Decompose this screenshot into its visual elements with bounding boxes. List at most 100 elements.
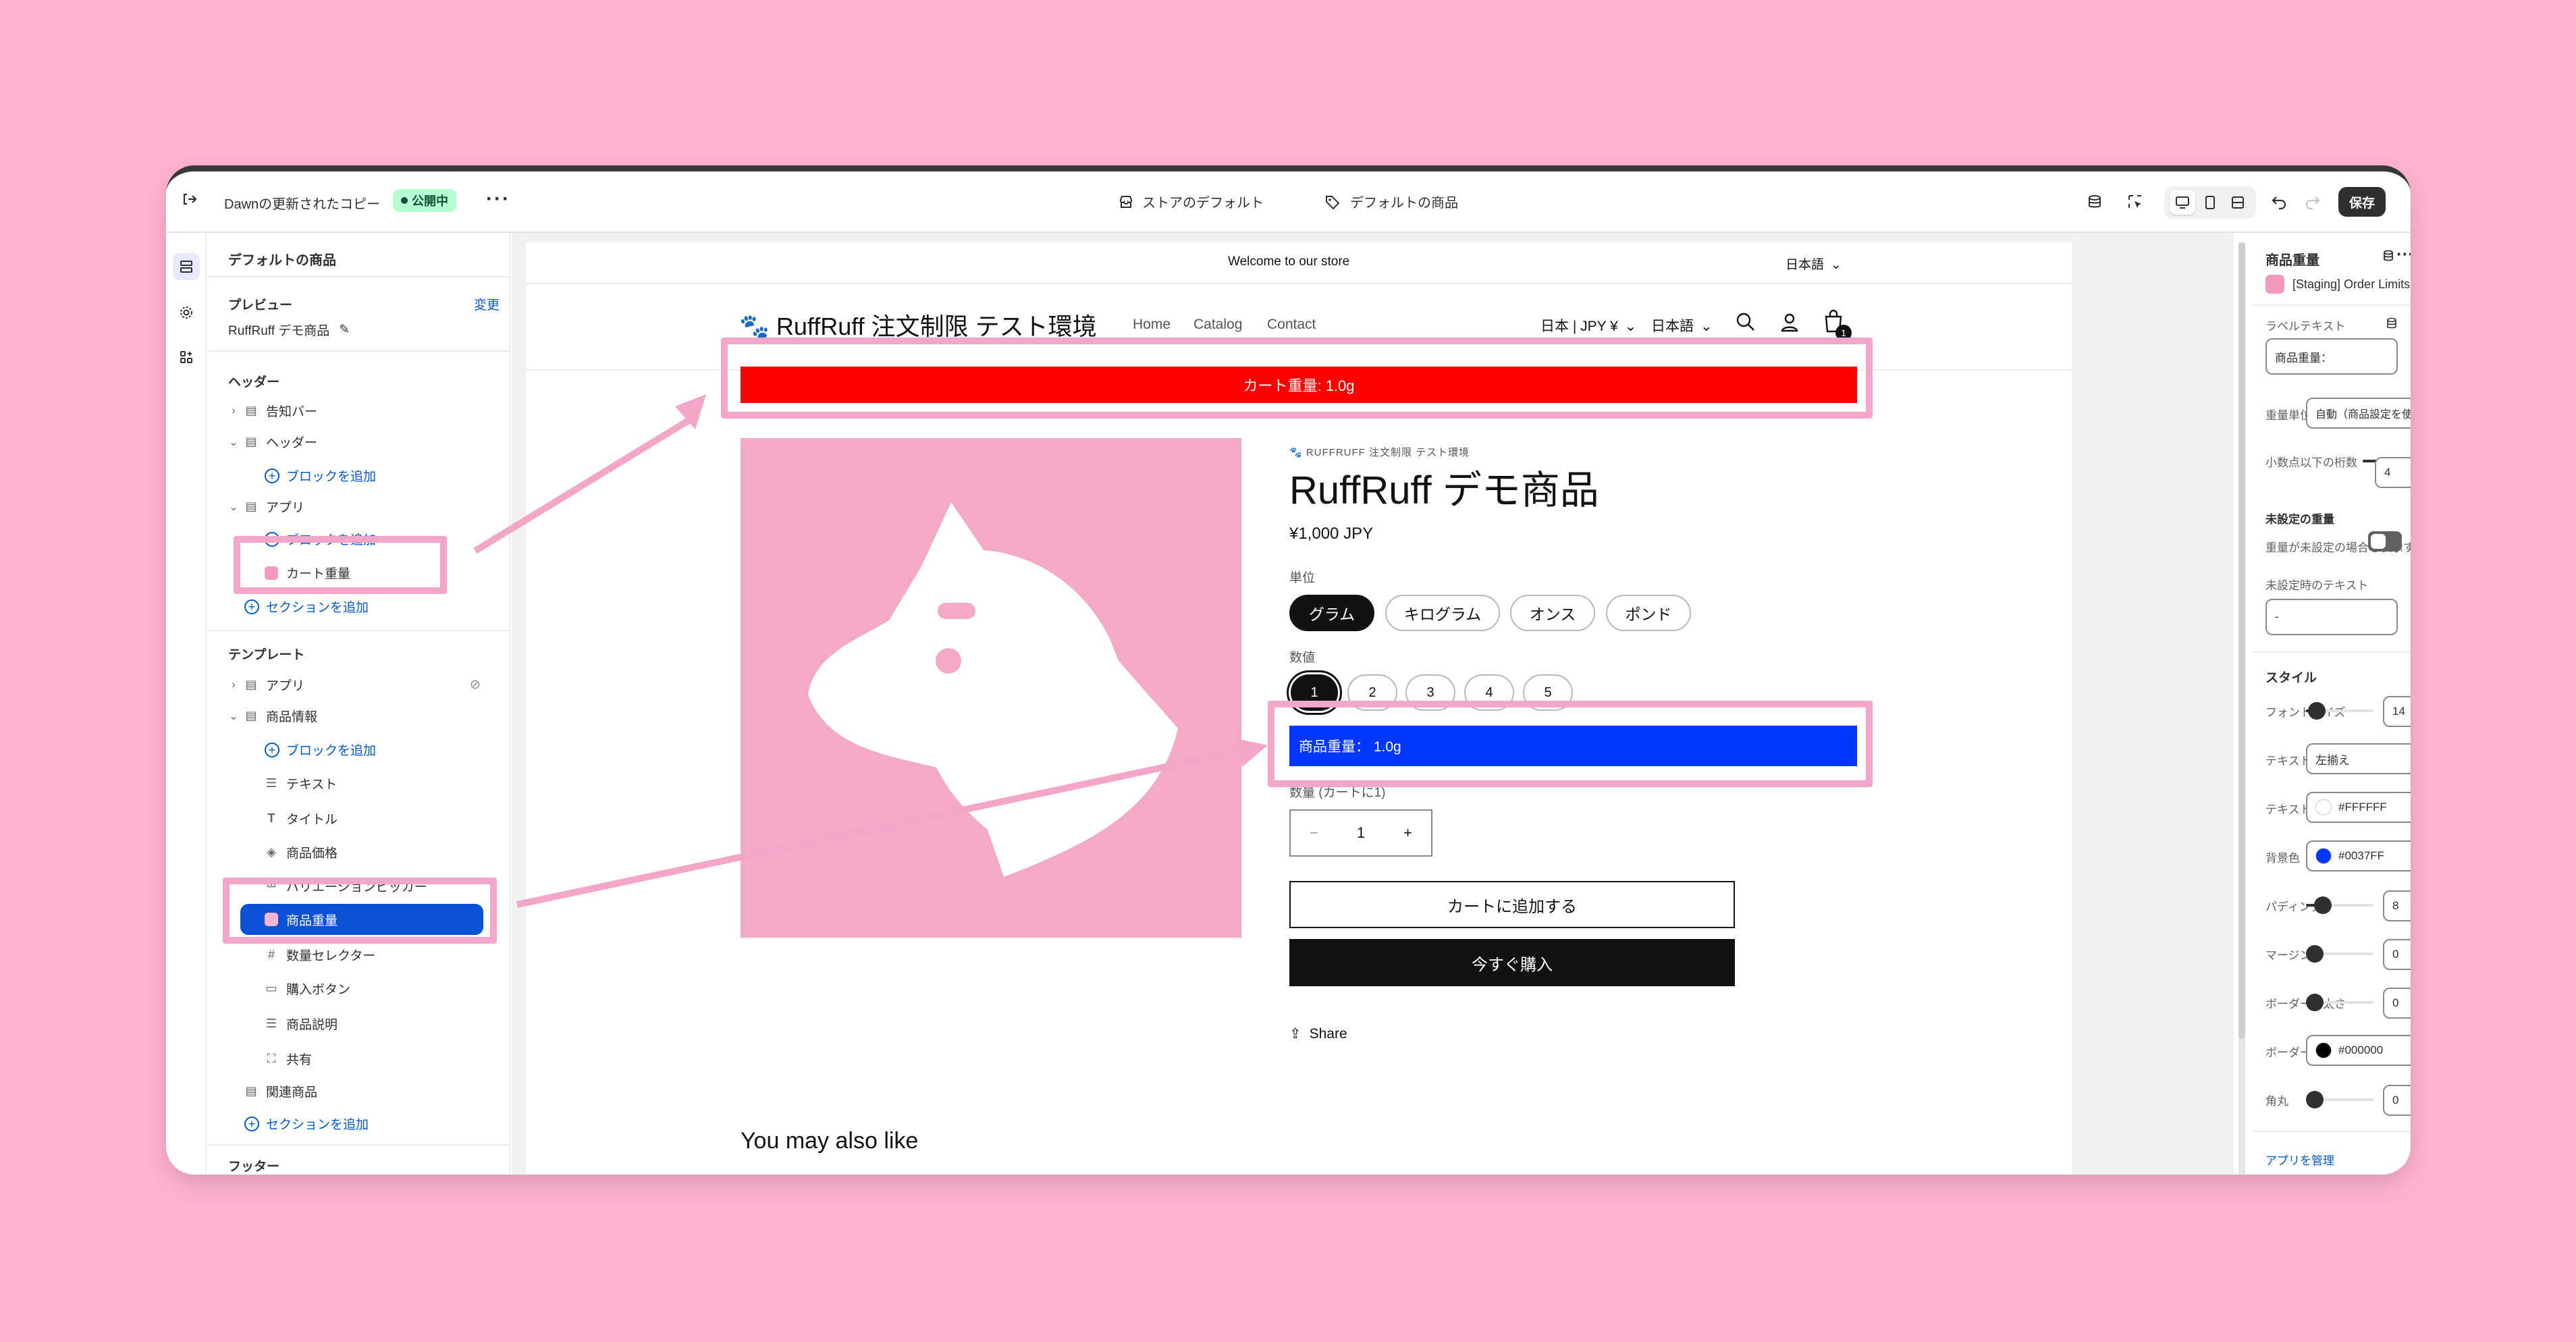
sidebar-item-template-apps[interactable]: › ▤ アプリ ⊘ xyxy=(228,676,498,694)
save-button[interactable]: 保存 xyxy=(2338,187,2386,217)
unit-label: 単位 xyxy=(1289,571,1316,585)
database-icon[interactable] xyxy=(2086,193,2103,211)
sidebar-item-product-weight-selected[interactable]: 商品重量 xyxy=(240,904,483,935)
margin-label: マージン xyxy=(2265,949,2311,962)
sidebar-item-description[interactable]: ☰ 商品説明 xyxy=(265,1015,338,1033)
value-option-2[interactable]: 2 xyxy=(1347,674,1397,711)
sidebar-item-variant-picker[interactable]: ⊞ バリエーションピッカー xyxy=(265,877,427,894)
label-text-input[interactable]: 商品重量： xyxy=(2265,338,2398,375)
status-badge: 公開中 xyxy=(393,189,456,212)
sidebar-item-product-info[interactable]: ⌄ ▤ 商品情報 xyxy=(228,707,317,725)
sidebar-item-text[interactable]: ☰ テキスト xyxy=(265,774,338,793)
text-align-label: テキストの配置 xyxy=(2265,755,2346,768)
eye-off-icon[interactable]: ⊘ xyxy=(470,677,481,693)
more-actions-icon[interactable]: ··· xyxy=(2396,244,2411,265)
unit-option-ounce[interactable]: オンス xyxy=(1510,595,1595,631)
mobile-view-icon[interactable] xyxy=(2197,190,2223,215)
chevron-down-icon: ⌄ xyxy=(229,710,238,722)
unset-text-input[interactable]: - xyxy=(2265,599,2398,635)
product-default-selector[interactable]: デフォルトの商品 xyxy=(1324,192,1458,211)
sidebar-item-apps[interactable]: ⌄ ▤ アプリ xyxy=(228,498,304,516)
nav-contact[interactable]: Contact xyxy=(1267,317,1316,333)
product-image[interactable] xyxy=(741,438,1241,938)
sidebar-item-label: 購入ボタン xyxy=(286,983,351,997)
add-section-button[interactable]: + セクションを追加 xyxy=(244,1115,369,1133)
app-source[interactable]: [Staging] Order Limits xyxy=(2265,275,2410,294)
value-option-5[interactable]: 5 xyxy=(1523,674,1573,711)
unit-option-gram[interactable]: グラム xyxy=(1289,595,1374,631)
undo-icon[interactable] xyxy=(2271,193,2288,211)
store-default-selector[interactable]: ストアのデフォルト xyxy=(1118,192,1264,211)
redo-icon[interactable] xyxy=(2303,193,2321,211)
sidebar-item-label: テキスト xyxy=(286,778,338,792)
add-to-cart-button[interactable]: カートに追加する xyxy=(1289,881,1735,928)
sidebar-item-quantity-selector[interactable]: # 数量セレクター xyxy=(265,946,375,964)
quantity-value[interactable]: 1 xyxy=(1357,824,1365,842)
sidebar-item-share[interactable]: ⛶ 共有 xyxy=(265,1050,312,1068)
currency-selector[interactable]: 日本 | JPY ¥ ⌄ xyxy=(1540,315,1636,336)
pencil-icon[interactable]: ✎ xyxy=(339,322,350,338)
nav-catalog[interactable]: Catalog xyxy=(1193,317,1242,333)
section-icon: ▤ xyxy=(245,678,257,691)
value-option-1[interactable]: 1 xyxy=(1291,674,1338,711)
sidebar-item-label: アプリ xyxy=(266,679,305,693)
app-name: [Staging] Order Limits xyxy=(2292,277,2411,291)
scrollbar-thumb[interactable] xyxy=(2238,242,2245,1039)
section-icon: ▤ xyxy=(245,709,257,722)
share-button[interactable]: ⇪ Share xyxy=(1289,1025,1347,1042)
add-block-button[interactable]: + ブロックを追加 xyxy=(265,741,376,759)
dog-logo-icon xyxy=(808,502,1178,877)
nav-home[interactable]: Home xyxy=(1133,317,1171,333)
add-block-button[interactable]: + ブロックを追加 xyxy=(265,530,376,548)
plus-circle-icon: + xyxy=(265,468,279,483)
cart-weight-banner: カート重量: 1.0g xyxy=(741,367,1857,403)
search-icon[interactable] xyxy=(1735,311,1756,336)
desktop-view-icon[interactable] xyxy=(2169,190,2195,215)
add-section-button[interactable]: + セクションを追加 xyxy=(244,597,369,616)
chevron-down-icon: ⌄ xyxy=(229,501,238,513)
share-icon: ⇪ xyxy=(1289,1026,1302,1042)
apps-icon[interactable] xyxy=(173,344,200,371)
value-option-3[interactable]: 3 xyxy=(1405,674,1455,711)
unit-option-kilogram[interactable]: キログラム xyxy=(1385,595,1500,631)
decimals-slider[interactable] xyxy=(2363,460,2411,462)
sidebar-item-buy-buttons[interactable]: ▭ 購入ボタン xyxy=(265,979,350,998)
sidebar-item-header[interactable]: ⌄ ▤ ヘッダー xyxy=(228,433,317,451)
left-rail xyxy=(166,233,207,1175)
exit-icon[interactable] xyxy=(181,190,198,208)
database-icon[interactable] xyxy=(2382,249,2395,266)
store-logo[interactable]: 🐾 RuffRuff 注文制限 テスト環境 xyxy=(739,307,1097,342)
preview-change-link[interactable]: 変更 xyxy=(474,295,500,313)
manage-app-link[interactable]: アプリを管理 xyxy=(2265,1151,2334,1168)
gear-icon[interactable] xyxy=(173,299,200,326)
account-icon[interactable] xyxy=(1779,311,1800,336)
preview-scrollbar[interactable] xyxy=(2238,242,2245,1175)
more-actions-icon[interactable]: ··· xyxy=(486,188,510,211)
add-block-button[interactable]: + ブロックを追加 xyxy=(265,466,376,485)
unit-select[interactable]: 自動（商品設定を使... xyxy=(2306,398,2411,429)
database-icon[interactable] xyxy=(2386,317,2398,330)
button-icon: ▭ xyxy=(265,982,277,995)
language-selector[interactable]: 日本語 ⌄ xyxy=(1651,315,1713,336)
divider xyxy=(2252,304,2411,306)
sidebar-item-related-products[interactable]: ▤ 関連商品 xyxy=(244,1082,317,1100)
sidebar-item-cart-weight[interactable]: カート重量 xyxy=(265,564,350,582)
sidebar-item-announcement-bar[interactable]: › ▤ 告知バー xyxy=(228,402,317,420)
sidebar-item-title[interactable]: T タイトル xyxy=(265,809,338,828)
quantity-plus-button[interactable]: + xyxy=(1403,824,1412,842)
quantity-minus-button[interactable]: − xyxy=(1310,824,1318,842)
padding-label: パディング xyxy=(2265,901,2322,913)
preview-product[interactable]: RuffRuff デモ商品 ✎ xyxy=(228,321,350,339)
sections-icon[interactable] xyxy=(173,253,200,280)
sidebar-item-label: 関連商品 xyxy=(266,1085,318,1100)
inspector-icon[interactable] xyxy=(2126,193,2144,211)
fullscreen-view-icon[interactable] xyxy=(2225,190,2251,215)
product-title: RuffRuff デモ商品 xyxy=(1289,468,1599,512)
announcement-language[interactable]: 日本語 ⌄ xyxy=(1786,254,1842,273)
unit-option-pound[interactable]: ポンド xyxy=(1606,595,1691,631)
buy-now-button[interactable]: 今すぐ購入 xyxy=(1289,939,1735,986)
sidebar-item-price[interactable]: ◈ 商品価格 xyxy=(265,843,338,861)
divider xyxy=(208,630,509,631)
value-option-4[interactable]: 4 xyxy=(1464,674,1514,711)
currency-label: 日本 | JPY ¥ xyxy=(1540,319,1618,334)
